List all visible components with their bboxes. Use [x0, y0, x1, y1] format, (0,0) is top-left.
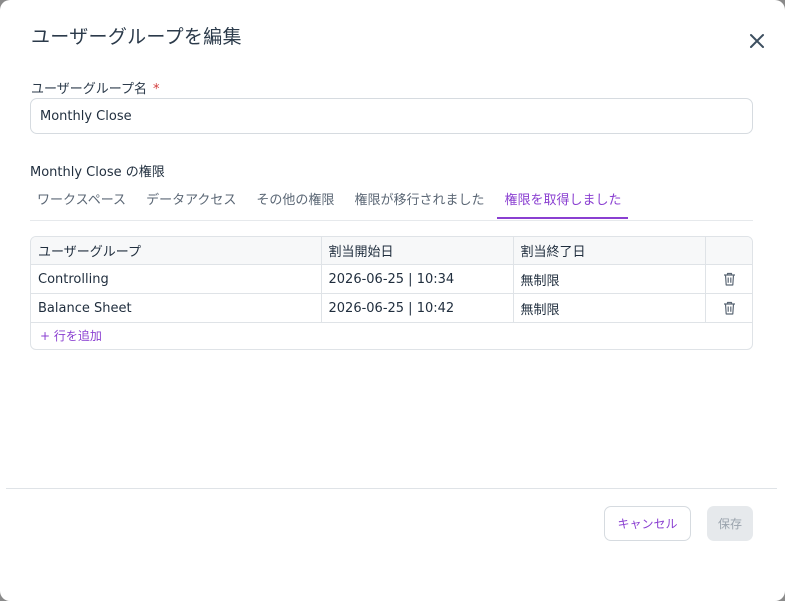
tab-other-permissions[interactable]: その他の権限: [249, 186, 341, 219]
cell-start-date: 2026-06-25 | 10:34: [321, 264, 514, 294]
trash-icon: [724, 301, 736, 315]
cell-user-group: Balance Sheet: [31, 293, 322, 323]
edit-user-group-dialog: ユーザーグループを編集 ユーザーグループ名 * Monthly Close の権限…: [0, 0, 785, 601]
table-header-row: ユーザーグループ 割当開始日 割当終了日: [31, 237, 752, 265]
tab-workspace[interactable]: ワークスペース: [30, 186, 133, 219]
dialog-title: ユーザーグループを編集: [31, 26, 242, 48]
trash-icon: [724, 272, 736, 286]
cell-actions: [705, 293, 752, 323]
user-group-name-label-text: ユーザーグループ名: [31, 82, 147, 97]
permission-tabs: ワークスペース データアクセス その他の権限 権限が移行されました 権限を取得し…: [30, 186, 753, 221]
cell-start-date: 2026-06-25 | 10:42: [321, 293, 514, 323]
user-group-name-input[interactable]: [30, 98, 753, 134]
footer-divider: [6, 488, 777, 489]
table-row: Balance Sheet 2026-06-25 | 10:42 無制限: [31, 293, 752, 323]
save-button[interactable]: 保存: [707, 506, 753, 541]
tab-permissions-acquired[interactable]: 権限を取得しました: [497, 186, 629, 219]
cell-user-group: Controlling: [31, 264, 322, 294]
cell-end-date: 無制限: [513, 264, 706, 294]
cell-end-date: 無制限: [513, 293, 706, 323]
close-button[interactable]: [744, 28, 770, 54]
required-mark: *: [152, 82, 160, 97]
cancel-button[interactable]: キャンセル: [604, 506, 691, 541]
column-header-end-date: 割当終了日: [513, 237, 706, 265]
user-group-table: ユーザーグループ 割当開始日 割当終了日 Controlling 2026-06…: [30, 236, 753, 350]
delete-row-button[interactable]: [713, 301, 748, 315]
column-header-start-date: 割当開始日: [321, 237, 514, 265]
close-icon: [750, 34, 764, 48]
table-row: Controlling 2026-06-25 | 10:34 無制限: [31, 264, 752, 294]
cell-actions: [705, 264, 752, 294]
column-header-actions: [705, 237, 752, 265]
tab-permissions-migrated[interactable]: 権限が移行されました: [347, 186, 491, 219]
user-group-name-label: ユーザーグループ名 *: [31, 78, 159, 97]
delete-row-button[interactable]: [713, 272, 748, 286]
tab-data-access[interactable]: データアクセス: [139, 186, 243, 219]
add-row-button[interactable]: + 行を追加: [31, 323, 752, 349]
column-header-user-group: ユーザーグループ: [31, 237, 322, 265]
permissions-heading: Monthly Close の権限: [30, 165, 165, 180]
